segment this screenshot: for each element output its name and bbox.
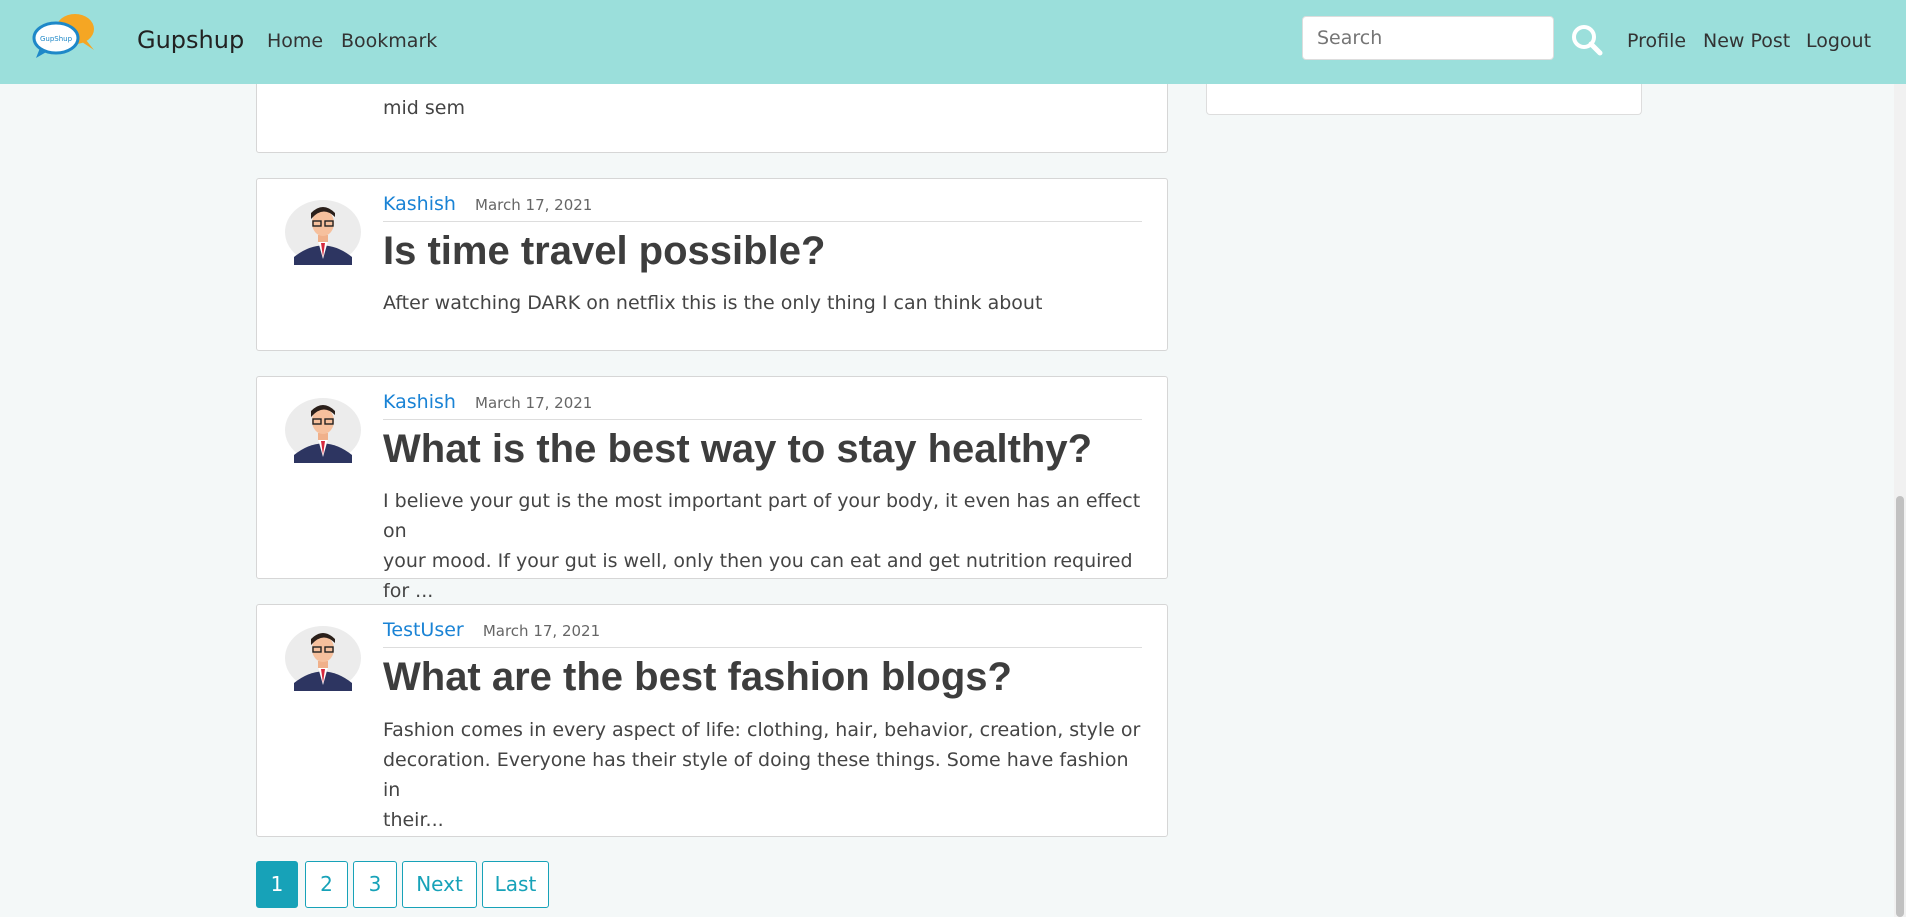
user-avatar-icon bbox=[285, 626, 361, 691]
nav-new-post-link[interactable]: New Post bbox=[1703, 30, 1790, 52]
post-title[interactable]: What are the best fashion blogs? bbox=[383, 655, 1142, 700]
next-page-button[interactable]: Next bbox=[402, 861, 477, 908]
post-excerpt-line: their... bbox=[383, 809, 444, 831]
user-avatar-icon bbox=[285, 200, 361, 265]
brand-title[interactable]: Gupshup bbox=[137, 26, 244, 54]
post-excerpt: Fashion comes in every aspect of life: c… bbox=[383, 715, 1142, 835]
search-input[interactable] bbox=[1302, 16, 1554, 60]
post-excerpt-line: your mood. If your gut is well, only the… bbox=[383, 550, 1133, 602]
page-1-button[interactable]: 1 bbox=[256, 861, 298, 908]
svg-text:GupShup: GupShup bbox=[40, 35, 73, 43]
post-card: TestUser March 17, 2021 What are the bes… bbox=[256, 604, 1168, 837]
user-avatar-icon bbox=[285, 398, 361, 463]
post-date: March 17, 2021 bbox=[482, 622, 601, 640]
page-3-button[interactable]: 3 bbox=[353, 861, 397, 908]
last-page-button[interactable]: Last bbox=[482, 861, 549, 908]
post-title[interactable]: Is time travel possible? bbox=[383, 229, 1142, 274]
post-excerpt-line: Fashion comes in every aspect of life: c… bbox=[383, 719, 1141, 741]
nav-profile-link[interactable]: Profile bbox=[1627, 30, 1686, 52]
post-author-link[interactable]: Kashish bbox=[383, 391, 456, 413]
nav-logout-link[interactable]: Logout bbox=[1806, 30, 1871, 52]
page-2-button[interactable]: 2 bbox=[305, 861, 348, 908]
post-author-link[interactable]: Kashish bbox=[383, 193, 456, 215]
search-icon[interactable] bbox=[1571, 24, 1603, 56]
gupshup-logo-icon[interactable]: GupShup bbox=[30, 12, 100, 62]
post-excerpt: mid sem bbox=[383, 97, 465, 119]
post-excerpt-line: decoration. Everyone has their style of … bbox=[383, 749, 1129, 801]
post-author-link[interactable]: TestUser bbox=[383, 619, 464, 641]
post-card: Kashish March 17, 2021 Is time travel po… bbox=[256, 178, 1168, 351]
post-meta: TestUser March 17, 2021 bbox=[383, 619, 1142, 648]
post-meta: Kashish March 17, 2021 bbox=[383, 391, 1142, 420]
navbar: GupShup Gupshup Home Bookmark Profile Ne… bbox=[0, 0, 1906, 84]
post-excerpt: I believe your gut is the most important… bbox=[383, 486, 1142, 606]
nav-bookmark-link[interactable]: Bookmark bbox=[341, 30, 437, 52]
nav-home-link[interactable]: Home bbox=[267, 30, 323, 52]
post-card: Kashish March 17, 2021 What is the best … bbox=[256, 376, 1168, 602]
scrollbar-thumb[interactable] bbox=[1896, 496, 1904, 917]
post-excerpt-line: I believe your gut is the most important… bbox=[383, 490, 1141, 542]
sidebar-card bbox=[1206, 84, 1642, 115]
post-date: March 17, 2021 bbox=[475, 196, 593, 214]
post-excerpt: After watching DARK on netflix this is t… bbox=[383, 292, 1043, 314]
post-date: March 17, 2021 bbox=[475, 394, 593, 412]
post-meta: Kashish March 17, 2021 bbox=[383, 193, 1142, 222]
post-title[interactable]: What is the best way to stay healthy? bbox=[383, 427, 1142, 472]
